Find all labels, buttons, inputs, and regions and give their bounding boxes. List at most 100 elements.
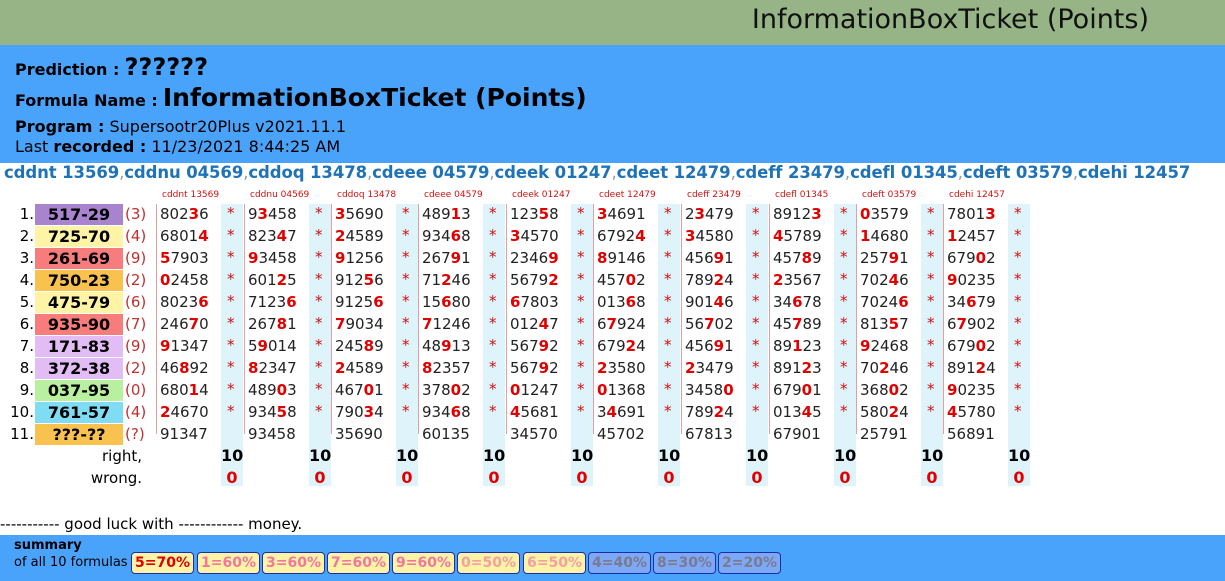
result-cell: 48913: [422, 205, 471, 223]
pair-count: (6): [125, 293, 147, 311]
result-cell: 67901: [773, 381, 822, 399]
hit-star: *: [840, 204, 848, 222]
result-cell: 45702: [597, 271, 646, 289]
right-count: 10: [396, 446, 419, 465]
hit-star: *: [927, 380, 935, 398]
formula-link[interactable]: cddnu 04569: [124, 163, 243, 182]
right-count: 10: [658, 446, 681, 465]
result-cell: 60125: [248, 271, 297, 289]
result-cell: 58024: [860, 403, 909, 421]
hit-star: *: [402, 358, 410, 376]
result-cell: 01368: [597, 293, 646, 311]
hit-star: *: [315, 402, 323, 420]
result-cell: 93458: [248, 205, 297, 223]
hit-star: *: [315, 226, 323, 244]
hit-star: *: [752, 402, 760, 420]
formula-link[interactable]: cdehi 12457: [1078, 163, 1190, 182]
hit-star: *: [927, 402, 935, 420]
formula-link[interactable]: cdeff 23479: [736, 163, 845, 182]
formula-link[interactable]: cddnt 13569: [4, 163, 119, 182]
hit-star: *: [927, 226, 935, 244]
hit-star: *: [489, 402, 497, 420]
result-cell: 37802: [422, 381, 471, 399]
right-count: 10: [483, 446, 506, 465]
result-cell: 35690: [335, 205, 384, 223]
column-header: cdehi 12457: [949, 190, 1005, 200]
formula-link[interactable]: cdefl 01345: [850, 163, 958, 182]
formula-name-row: Formula Name : InformationBoxTicket (Poi…: [15, 83, 587, 112]
result-cell: 45789: [773, 227, 822, 245]
wrong-count: 0: [488, 468, 500, 487]
row-number: 10.: [10, 403, 34, 421]
column-header: cddnu 04569: [250, 190, 310, 200]
formula-link[interactable]: cddoq 13478: [248, 163, 367, 182]
program-label: Program :: [15, 117, 105, 136]
hit-star: *: [664, 336, 672, 354]
hit-star: *: [1014, 402, 1022, 420]
row-number: 9.: [19, 381, 34, 399]
result-cell: 93458: [248, 249, 297, 267]
result-cell: 68014: [160, 227, 209, 245]
pair-value: 935-90: [35, 314, 123, 335]
result-cell: 82357: [422, 359, 471, 377]
wrong-count: 0: [839, 468, 851, 487]
result-cell: 92468: [860, 337, 909, 355]
result-cell: 91256: [335, 249, 384, 267]
result-cell: 67924: [597, 337, 646, 355]
result-cell: 89124: [947, 359, 996, 377]
result-cell: 68014: [160, 381, 209, 399]
results-grid: cddnt 13569 cddnu 04569 cddoq 13478 cdeee 0…: [0, 190, 1225, 490]
formula-link[interactable]: cdeet 12479: [617, 163, 731, 182]
pair-value: 372-38: [35, 358, 123, 379]
summary-badge: 2=20%: [718, 552, 781, 574]
result-cell: 46892: [160, 359, 209, 377]
hit-star: *: [752, 314, 760, 332]
result-cell: 12358: [510, 205, 559, 223]
result-cell: 24589: [335, 359, 384, 377]
hit-star: *: [315, 248, 323, 266]
hit-star: *: [752, 248, 760, 266]
result-cell: 24670: [160, 315, 209, 333]
hit-star: *: [840, 270, 848, 288]
hit-star: *: [664, 226, 672, 244]
hit-star: *: [1014, 314, 1022, 332]
result-cell: 82347: [248, 227, 297, 245]
column-divider: [331, 204, 332, 434]
formula-link[interactable]: cdeee 04579: [372, 163, 489, 182]
hit-star: *: [927, 204, 935, 222]
hit-star: *: [927, 314, 935, 332]
column-header: cdeee 04579: [424, 190, 483, 200]
hit-star: *: [402, 336, 410, 354]
result-cell: 67813: [685, 425, 733, 443]
hit-star: *: [664, 204, 672, 222]
hit-star: *: [840, 402, 848, 420]
hit-star: *: [227, 402, 235, 420]
result-cell: 82347: [248, 359, 297, 377]
hit-star: *: [227, 314, 235, 332]
summary-sub: of all 10 formulas: [14, 555, 128, 570]
hit-star: *: [577, 270, 585, 288]
column-header: cdefl 01345: [775, 190, 829, 200]
row-number: 8.: [19, 359, 34, 377]
column-divider: [681, 204, 682, 434]
pair-count: (4): [125, 227, 147, 245]
result-cell: 34570: [510, 425, 558, 443]
result-cell: 80236: [160, 205, 209, 223]
result-cell: 23469: [510, 249, 559, 267]
result-cell: 56792: [510, 271, 559, 289]
formula-link[interactable]: cdeek 01247: [495, 163, 612, 182]
hit-star: *: [927, 358, 935, 376]
column-divider: [943, 204, 944, 434]
result-cell: 46701: [335, 381, 384, 399]
pair-value: 037-95: [35, 380, 123, 401]
hit-star: *: [752, 270, 760, 288]
hit-star: *: [315, 380, 323, 398]
result-cell: 34691: [597, 403, 646, 421]
formula-link[interactable]: cdeft 03579: [963, 163, 1073, 182]
result-cell: 36802: [860, 381, 909, 399]
column-header: cdeek 01247: [512, 190, 571, 200]
summary-badge: 0=50%: [457, 552, 520, 574]
hit-star: *: [577, 204, 585, 222]
formula-name-label: Formula Name :: [15, 91, 158, 110]
hit-star: *: [1014, 226, 1022, 244]
